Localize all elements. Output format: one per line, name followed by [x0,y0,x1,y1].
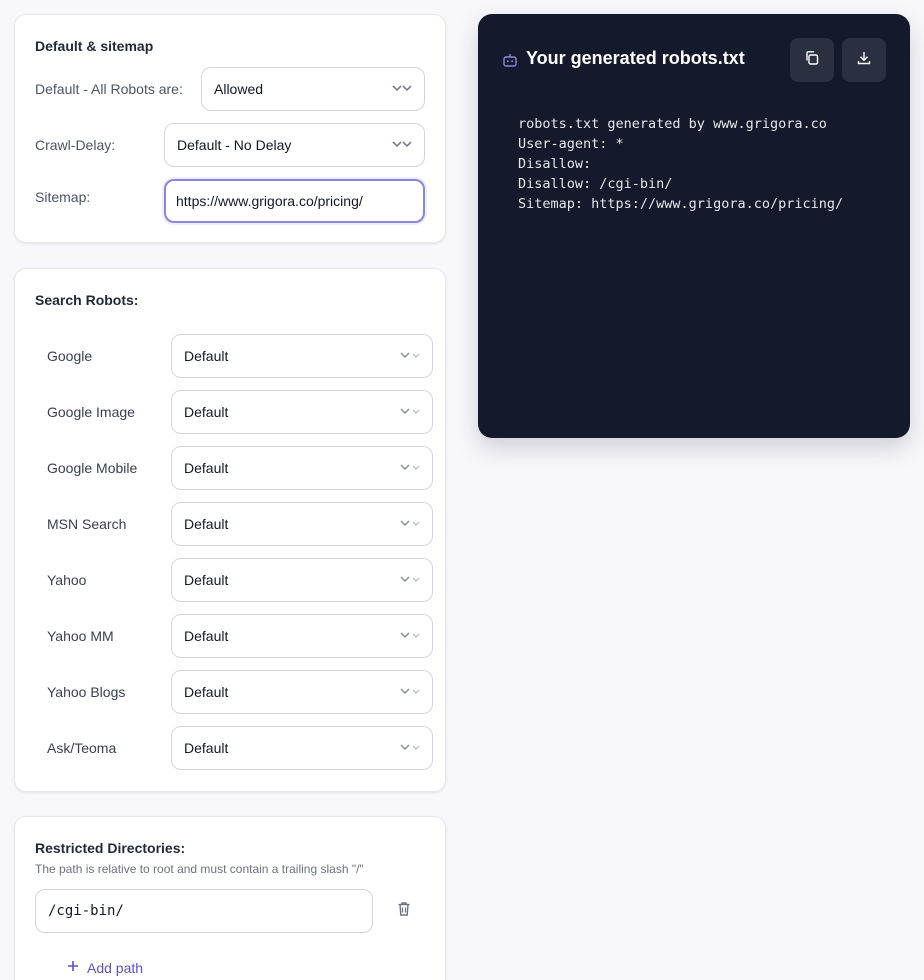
chevron-down-icon [400,519,422,529]
chevron-down-icon [400,743,422,753]
add-path-button[interactable]: Add path [67,959,143,977]
restricted-hint: The path is relative to root and must co… [35,862,364,876]
robot-label-yahoo: Yahoo [47,572,87,588]
search-robots-card: Search Robots: Google Default Google Ima… [14,268,446,792]
robot-select-yahoo-blogs[interactable]: Default [171,670,433,714]
robot-label-ask-teoma: Ask/Teoma [47,740,117,756]
robot-label-msn-search: MSN Search [47,516,127,532]
restricted-title: Restricted Directories: [35,840,186,856]
sitemap-value: https://www.grigora.co/pricing/ [176,193,363,209]
code-line: Disallow: [518,156,592,172]
robot-select-google[interactable]: Default [171,334,433,378]
code-line: User-agent: * [518,136,624,152]
crawl-delay-value: Default - No Delay [177,137,292,153]
robot-select-value: Default [184,404,229,420]
chevron-down-icon [400,575,422,585]
path-value: /cgi-bin/ [48,903,124,919]
robot-select-value: Default [184,516,229,532]
defaults-card: Default & sitemap Default - All Robots a… [14,14,446,243]
trash-icon[interactable] [395,900,413,918]
robot-select-value: Default [184,572,229,588]
path-input[interactable]: /cgi-bin/ [35,889,373,933]
chevron-down-icon [400,463,422,473]
crawl-delay-label: Crawl-Delay: [35,137,116,153]
chevron-down-icon [392,140,414,150]
all-robots-label: Default - All Robots are: [35,81,183,97]
crawl-delay-select[interactable]: Default - No Delay [164,123,425,167]
restricted-card: Restricted Directories: The path is rela… [14,816,446,980]
copy-icon [804,50,820,71]
output-title: Your generated robots.txt [526,48,745,68]
chevron-down-icon [400,351,422,361]
code-line: Sitemap: https://www.grigora.co/pricing/ [518,196,844,212]
sitemap-input[interactable]: https://www.grigora.co/pricing/ [164,179,425,223]
robot-select-msn-search[interactable]: Default [171,502,433,546]
robots-output-panel: Your generated robots.txt robots.txt gen… [478,14,910,438]
sitemap-label: Sitemap: [35,189,91,205]
search-robots-title: Search Robots: [35,292,139,308]
defaults-card-title: Default & sitemap [35,38,154,54]
download-icon [856,50,872,71]
robots-code-block: robots.txt generated by www.grigora.co Us… [518,114,843,214]
robot-select-value: Default [184,740,229,756]
all-robots-value: Allowed [214,81,264,97]
chevron-down-icon [400,407,422,417]
chevron-down-icon [400,631,422,641]
plus-icon [67,959,79,977]
robot-label-yahoo-blogs: Yahoo Blogs [47,684,126,700]
robot-select-yahoo[interactable]: Default [171,558,433,602]
robot-label-google-image: Google Image [47,404,135,420]
robot-label-yahoo-mm: Yahoo MM [47,628,114,644]
add-path-label: Add path [87,960,144,976]
robot-select-value: Default [184,348,229,364]
robot-label-google-mobile: Google Mobile [47,460,138,476]
code-line: robots.txt generated by www.grigora.co [518,116,827,132]
robot-select-value: Default [184,684,229,700]
copy-button[interactable] [790,38,834,82]
robot-select-yahoo-mm[interactable]: Default [171,614,433,658]
robot-select-google-image[interactable]: Default [171,390,433,434]
code-line: Disallow: /cgi-bin/ [518,176,673,192]
robot-select-google-mobile[interactable]: Default [171,446,433,490]
all-robots-select[interactable]: Allowed [201,67,425,111]
robot-select-value: Default [184,460,229,476]
download-button[interactable] [842,38,886,82]
chevron-down-icon [392,84,414,94]
robot-select-ask-teoma[interactable]: Default [171,726,433,770]
robot-select-value: Default [184,628,229,644]
robot-icon [502,53,518,72]
robot-label-google: Google [47,348,93,364]
chevron-down-icon [400,687,422,697]
